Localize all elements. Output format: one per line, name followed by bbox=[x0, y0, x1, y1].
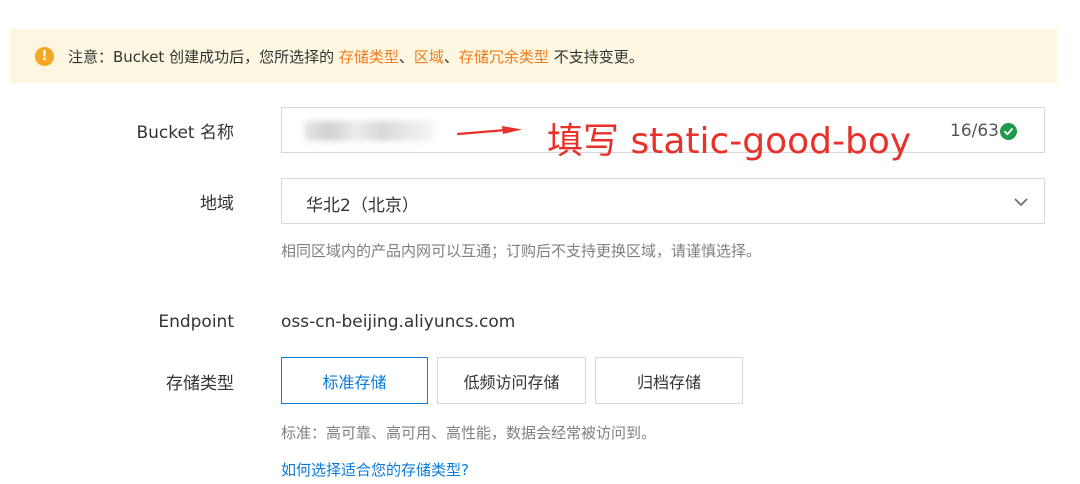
check-circle-icon bbox=[1000, 122, 1017, 140]
bucket-name-counter-text: 16/63 bbox=[950, 121, 999, 141]
storage-option-archive[interactable]: 归档存储 bbox=[595, 357, 743, 404]
storage-type-hint: 标准：高可靠、高可用、高性能，数据会经常被访问到。 bbox=[281, 424, 657, 442]
notice-text: 注意：Bucket 创建成功后，您所选择的 存储类型、区域、存储冗余类型 不支持… bbox=[68, 46, 644, 67]
notice-banner: ! 注意：Bucket 创建成功后，您所选择的 存储类型、区域、存储冗余类型 不… bbox=[10, 29, 1057, 83]
annotation-arrow-icon bbox=[456, 121, 526, 145]
region-label: 地域 bbox=[200, 194, 234, 214]
chevron-down-icon bbox=[1012, 193, 1030, 215]
create-bucket-form: ! 注意：Bucket 创建成功后，您所选择的 存储类型、区域、存储冗余类型 不… bbox=[0, 0, 1080, 484]
region-hint: 相同区域内的产品内网可以互通；订购后不支持更换区域，请谨慎选择。 bbox=[281, 242, 762, 260]
warning-icon: ! bbox=[35, 46, 54, 66]
notice-separator: 、 bbox=[443, 47, 459, 66]
blurred-bucket-name bbox=[304, 121, 434, 141]
bucket-name-counter: 16/63 bbox=[950, 121, 1017, 141]
notice-highlight-region: 区域 bbox=[413, 47, 444, 66]
notice-separator: 、 bbox=[398, 47, 414, 66]
endpoint-value: oss-cn-beijing.aliyuncs.com bbox=[281, 312, 516, 332]
annotation-text: 填写 static-good-boy bbox=[547, 121, 912, 162]
notice-highlight-redundancy: 存储冗余类型 bbox=[458, 47, 549, 66]
region-select[interactable]: 华北2（北京） bbox=[281, 178, 1045, 224]
notice-suffix: 不支持变更。 bbox=[548, 47, 644, 66]
storage-type-help-link[interactable]: 如何选择适合您的存储类型? bbox=[281, 459, 469, 480]
storage-type-label: 存储类型 bbox=[166, 374, 234, 394]
storage-option-infrequent-access[interactable]: 低频访问存储 bbox=[437, 357, 586, 404]
bucket-name-label: Bucket 名称 bbox=[136, 123, 234, 143]
region-select-value: 华北2（北京） bbox=[306, 196, 419, 216]
notice-highlight-storage-type: 存储类型 bbox=[338, 47, 399, 66]
storage-option-standard[interactable]: 标准存储 bbox=[281, 357, 428, 404]
notice-prefix: 注意：Bucket 创建成功后，您所选择的 bbox=[68, 47, 339, 66]
endpoint-label: Endpoint bbox=[158, 312, 234, 332]
